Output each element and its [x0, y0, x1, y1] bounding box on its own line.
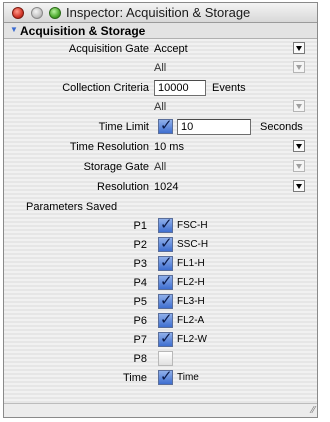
check-icon: ✓: [160, 272, 173, 290]
param-row-time: Time ✓ Time: [4, 367, 317, 387]
inspector-window: Inspector: Acquisition & Storage ▼ Acqui…: [3, 2, 318, 418]
zoom-icon[interactable]: [49, 7, 61, 19]
param-label: P5: [133, 296, 147, 308]
param-name: FL3-H: [177, 296, 205, 307]
acquisition-gate-sub-dropdown-icon: [293, 61, 305, 73]
parameters-heading: Parameters Saved: [26, 201, 118, 213]
collection-criteria-sub-value: All: [154, 101, 167, 113]
param-label: Time: [122, 372, 147, 384]
storage-gate-value: All: [154, 161, 167, 173]
storage-gate-dropdown-icon: [293, 160, 305, 172]
collection-criteria-unit: Events: [212, 82, 246, 94]
collection-criteria-row: Collection Criteria 10000 Events: [4, 79, 317, 97]
title-bar[interactable]: Inspector: Acquisition & Storage: [4, 3, 317, 23]
acquisition-gate-value[interactable]: Accept: [154, 43, 188, 55]
param-label: P8: [133, 353, 147, 365]
time-limit-input[interactable]: 10: [177, 119, 251, 135]
collection-criteria-sub-dropdown-icon: [293, 100, 305, 112]
close-icon[interactable]: [12, 7, 24, 19]
param-name: FL2-A: [177, 315, 205, 326]
param-name: FL2-W: [177, 334, 207, 345]
param-label: P7: [133, 334, 147, 346]
section-title: Acquisition & Storage: [20, 24, 146, 38]
time-limit-unit: Seconds: [260, 121, 303, 133]
param-name: FL2-H: [177, 277, 205, 288]
param-label: P3: [133, 258, 147, 270]
param-row-p7: P7 ✓ FL2-W: [4, 329, 317, 349]
param-name: Time: [177, 372, 199, 383]
bottom-bar: ⁄⁄: [4, 403, 317, 417]
check-icon: ✓: [160, 310, 173, 328]
param-row-p2: P2 ✓ SSC-H: [4, 234, 317, 254]
param-label: P4: [133, 277, 147, 289]
param-checkbox-p4[interactable]: ✓: [158, 272, 173, 290]
check-icon: ✓: [160, 329, 173, 347]
resolution-value[interactable]: 1024: [154, 181, 178, 193]
resolution-row: Resolution 1024: [4, 178, 317, 196]
check-icon: ✓: [160, 215, 173, 233]
param-checkbox-p2[interactable]: ✓: [158, 234, 173, 252]
param-name: SSC-H: [177, 239, 209, 250]
time-limit-checkbox[interactable]: ✓: [158, 116, 173, 134]
resolution-label: Resolution: [97, 181, 149, 193]
collection-criteria-input[interactable]: 10000: [154, 80, 206, 96]
window-title: Inspector: Acquisition & Storage: [66, 5, 251, 20]
disclosure-triangle-icon[interactable]: ▼: [10, 25, 18, 34]
acquisition-gate-row: Acquisition Gate Accept: [4, 40, 317, 58]
resolution-dropdown-icon[interactable]: [293, 180, 305, 192]
time-resolution-value[interactable]: 10 ms: [154, 141, 184, 153]
check-icon: ✓: [160, 367, 173, 385]
param-checkbox-p5[interactable]: ✓: [158, 291, 173, 309]
param-row-p3: P3 ✓ FL1-H: [4, 253, 317, 273]
param-checkbox-p7[interactable]: ✓: [158, 329, 173, 347]
storage-gate-row: Storage Gate All: [4, 158, 317, 176]
time-resolution-dropdown-icon[interactable]: [293, 140, 305, 152]
acquisition-gate-label: Acquisition Gate: [68, 43, 149, 55]
acquisition-gate-dropdown-icon[interactable]: [293, 42, 305, 54]
check-icon: ✓: [160, 116, 173, 134]
param-row-p6: P6 ✓ FL2-A: [4, 310, 317, 330]
param-checkbox-time[interactable]: ✓: [158, 367, 173, 385]
param-row-p4: P4 ✓ FL2-H: [4, 272, 317, 292]
section-header[interactable]: ▼ Acquisition & Storage: [4, 23, 317, 39]
param-label: P1: [133, 220, 147, 232]
resize-grip-icon[interactable]: ⁄⁄: [312, 405, 315, 416]
collection-criteria-label: Collection Criteria: [62, 82, 149, 94]
param-row-p5: P5 ✓ FL3-H: [4, 291, 317, 311]
parameters-heading-row: Parameters Saved: [4, 198, 317, 216]
time-resolution-label: Time Resolution: [69, 141, 149, 153]
param-label: P2: [133, 239, 147, 251]
time-limit-row: Time Limit ✓ 10 Seconds: [4, 116, 317, 136]
param-checkbox-p6[interactable]: ✓: [158, 310, 173, 328]
param-label: P6: [133, 315, 147, 327]
acquisition-gate-sub-value: All: [154, 62, 167, 74]
check-icon: ✓: [160, 291, 173, 309]
param-checkbox-p8[interactable]: [158, 351, 173, 366]
param-row-p8: P8: [4, 350, 317, 368]
param-name: FL1-H: [177, 258, 205, 269]
minimize-icon[interactable]: [31, 7, 43, 19]
storage-gate-label: Storage Gate: [83, 161, 149, 173]
param-checkbox-p3[interactable]: ✓: [158, 253, 173, 271]
param-checkbox-p1[interactable]: ✓: [158, 215, 173, 233]
check-icon: ✓: [160, 234, 173, 252]
collection-criteria-sub-row: All: [4, 98, 317, 116]
time-resolution-row: Time Resolution 10 ms: [4, 138, 317, 156]
check-icon: ✓: [160, 253, 173, 271]
param-row-p1: P1 ✓ FSC-H: [4, 215, 317, 235]
param-name: FSC-H: [177, 220, 208, 231]
acquisition-gate-sub-row: All: [4, 59, 317, 77]
time-limit-label: Time Limit: [98, 121, 149, 133]
